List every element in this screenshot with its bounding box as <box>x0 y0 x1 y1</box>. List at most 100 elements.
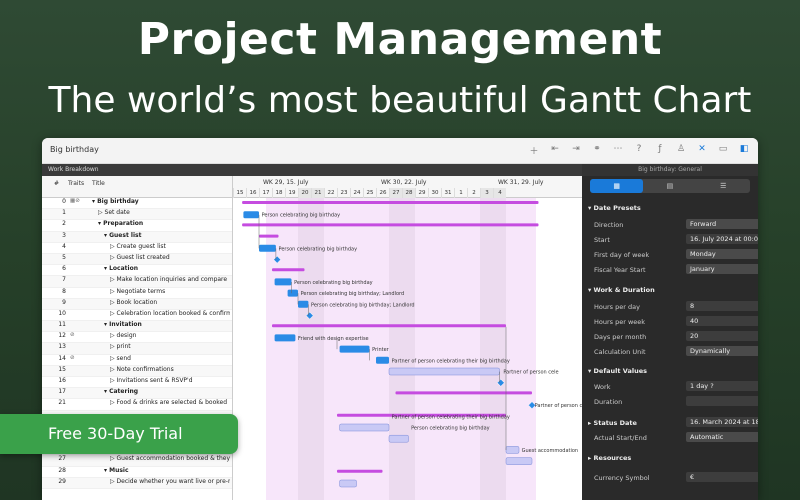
status-date-value: 16. March 2024 at 18:32 <box>690 418 758 426</box>
help-icon[interactable]: ? <box>633 144 645 157</box>
outline-row[interactable]: 5 ▷ Guest list created <box>42 253 232 266</box>
calc-select[interactable]: Dynamically⇕ <box>686 346 758 356</box>
free-trial-badge[interactable]: Free 30-Day Trial <box>0 414 238 454</box>
group-bar <box>272 268 305 272</box>
hpd-field[interactable]: 8 <box>686 301 758 311</box>
task-bar <box>274 334 296 342</box>
bar-label: Partner of person cele <box>503 370 558 376</box>
list-icon[interactable]: ☰ <box>697 179 750 193</box>
hpw-field[interactable]: 40 <box>686 316 758 326</box>
row-number: 4 <box>62 242 66 250</box>
fiscal-select[interactable]: January⇕ <box>686 264 758 274</box>
outline-row[interactable]: 12 ⊘ ▷ design <box>42 332 232 344</box>
dpm-field[interactable]: 20 <box>686 331 758 341</box>
row-number: 6 <box>62 265 66 273</box>
bar-label: Person celebrating big birthday <box>294 280 373 286</box>
group-bar <box>242 223 539 227</box>
outline-row[interactable]: 4 ▷ Create guest list <box>42 243 232 254</box>
col-traits[interactable]: Traits <box>68 180 84 187</box>
indent-icon[interactable]: ⇥ <box>570 144 582 157</box>
outline-row[interactable]: 21 ▷ Food & drinks are selected & booked <box>42 399 232 411</box>
first-day-value: Monday <box>690 250 716 258</box>
formula-icon[interactable]: ƒ <box>654 144 666 157</box>
task-bar <box>505 457 533 465</box>
outline-row[interactable]: 3 ▾ Guest list <box>42 231 232 243</box>
calendar-icon[interactable]: ▦ <box>590 179 644 193</box>
direction-select[interactable]: Forward <box>686 219 758 229</box>
day-cell: 1 <box>454 188 467 198</box>
row-title: Catering <box>109 388 139 396</box>
direction-value: Forward <box>690 220 717 228</box>
outline-row[interactable]: 1 ▷ Set date <box>42 209 232 221</box>
section-work-duration[interactable]: ▾ Work & Duration <box>588 286 655 294</box>
outline-row[interactable]: 27▷ Guest accommodation booked & they ha… <box>42 455 232 467</box>
row-traits: ⊘ <box>70 354 75 361</box>
plus-icon[interactable]: ＋ <box>528 144 540 157</box>
col-title[interactable]: Title <box>92 180 105 187</box>
section-default-values[interactable]: ▾ Default Values <box>588 367 647 375</box>
calc-label: Calculation Unit <box>594 348 646 356</box>
person-icon[interactable]: ♙ <box>675 144 687 157</box>
duration-field[interactable] <box>686 396 758 406</box>
row-number: 15 <box>58 365 66 373</box>
row-title: send <box>116 354 131 362</box>
panel-bottom-icon[interactable]: ▭ <box>717 144 729 157</box>
task-bar <box>339 345 370 353</box>
row-title: print <box>116 343 131 351</box>
outline-row[interactable]: 15 ▷ Note confirmations <box>42 365 232 377</box>
outline-row[interactable]: 16 ▷ Invitations sent & RSVP'd <box>42 377 232 389</box>
outline-row[interactable]: 10 ▷ Celebration location booked & confir… <box>42 310 232 322</box>
row-number: 8 <box>62 287 66 295</box>
outline-columns: # Traits Title <box>42 176 232 198</box>
link-icon[interactable]: ⚭ <box>591 144 603 157</box>
more-icon[interactable]: ⋯ <box>612 144 624 157</box>
outline-row[interactable]: 9 ▷ Book location <box>42 298 232 310</box>
currency-field[interactable]: € <box>686 472 758 482</box>
outline-header: Work Breakdown <box>42 164 582 176</box>
task-bar <box>376 356 389 364</box>
col-num[interactable]: # <box>54 180 59 187</box>
start-label: Start <box>594 236 610 244</box>
day-cell: 29 <box>415 188 428 198</box>
row-title: Guest accommodation booked & they have <box>116 455 230 463</box>
currency-label: Currency Symbol <box>594 474 650 482</box>
outline-row[interactable]: 2 ▾ Preparation <box>42 220 232 232</box>
row-number: 0 <box>62 198 66 205</box>
outline-row[interactable]: 17 ▾ Catering <box>42 388 232 400</box>
row-number: 28 <box>58 466 66 474</box>
section-resources[interactable]: ▸ Resources <box>588 454 631 462</box>
bar-label: Partner of person cele <box>535 403 582 409</box>
outline-row[interactable]: 6 ▾ Location <box>42 265 232 277</box>
work-field[interactable]: 1 day ? <box>686 381 758 391</box>
day-cell: 20 <box>298 188 311 198</box>
status-date-field[interactable]: 16. March 2024 at 18:32▾ <box>686 417 758 427</box>
task-bar <box>274 278 292 286</box>
table-icon[interactable]: ▤ <box>643 179 696 193</box>
tools-icon[interactable]: ✕ <box>696 144 708 157</box>
gantt-chart[interactable]: Person celebrating big birthday Person ce… <box>232 198 582 500</box>
outline-row[interactable]: 13 ▷ print <box>42 343 232 355</box>
outline-row[interactable]: 29 ▷ Decide whether you want live or pre-… <box>42 477 232 489</box>
hero-subtitle: The world’s most beautiful Gantt Chart <box>48 80 752 121</box>
bar-label: Person celebrating big birthday; Landlor… <box>301 291 405 297</box>
bar-label: Partner of person celebrating their big … <box>392 358 510 364</box>
outline-row[interactable]: 28 ▾ Music <box>42 467 232 478</box>
actual-select[interactable]: Automatic⇕ <box>686 432 758 442</box>
section-date-presets[interactable]: ▾ Date Presets <box>588 204 641 212</box>
start-field[interactable]: 16. July 2024 at 00:00▾ <box>686 234 758 244</box>
row-title: Guest list created <box>116 253 170 261</box>
outline-row[interactable]: 7 ▷ Make location inquiries and compare <box>42 276 232 288</box>
panel-right-icon[interactable]: ◧ <box>738 144 750 157</box>
row-number: 3 <box>62 231 66 239</box>
outline-row[interactable]: 0 ▦⊘ ▾ Big birthday <box>42 198 232 210</box>
day-cell: 25 <box>363 188 376 198</box>
outline-row[interactable]: 11 ▾ Invitation <box>42 321 232 333</box>
first-day-select[interactable]: Monday⇕ <box>686 249 758 259</box>
gantt-header: WK 29, 15. July WK 30, 22. July WK 31, 2… <box>232 176 582 198</box>
outdent-icon[interactable]: ⇤ <box>549 144 561 157</box>
outline-row[interactable]: 14 ⊘ ▷ send <box>42 355 232 366</box>
section-status-date[interactable]: ▸ Status Date <box>588 419 637 427</box>
outline-row[interactable]: 8 ▷ Negotiate terms <box>42 288 232 299</box>
section-title: Work & Duration <box>593 286 655 294</box>
row-title: Invitation <box>109 321 142 329</box>
